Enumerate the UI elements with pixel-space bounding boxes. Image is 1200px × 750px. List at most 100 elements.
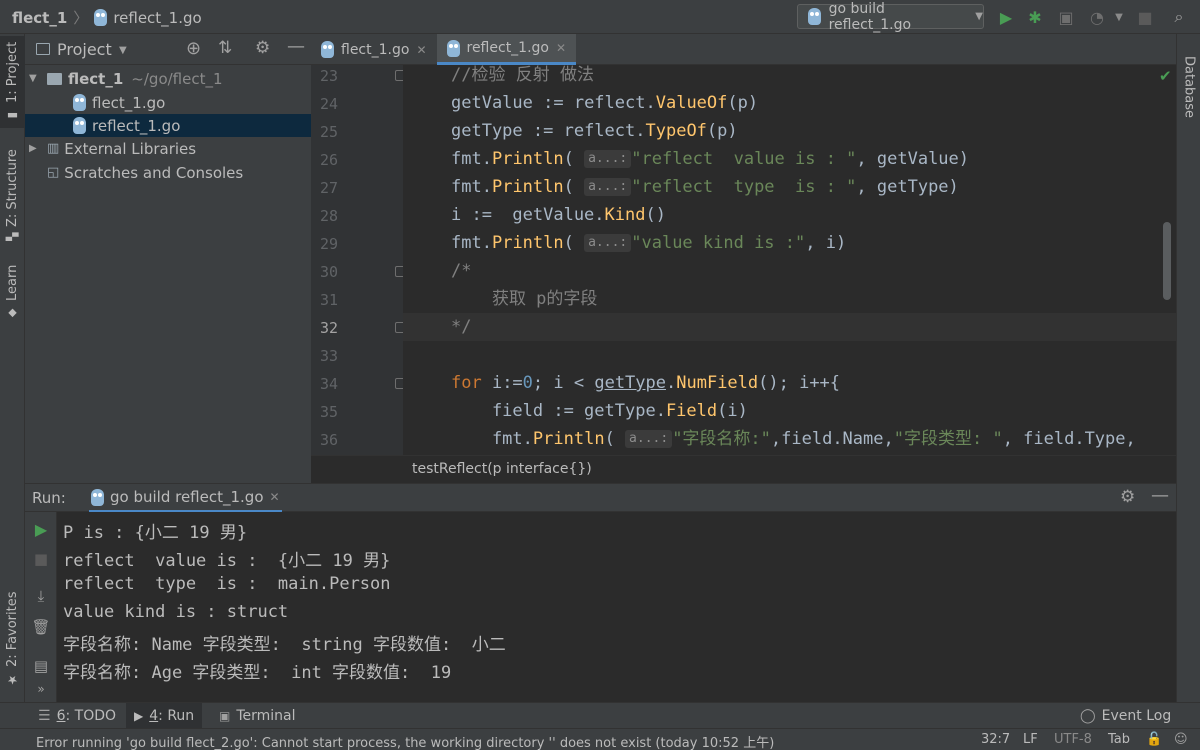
folder-icon xyxy=(47,72,62,85)
caret-position[interactable]: 32:7 xyxy=(981,732,1010,747)
scratches-label: Scratches and Consoles xyxy=(64,163,244,182)
locate-file-icon[interactable]: ⊕ xyxy=(186,38,201,59)
status-bar: Error running 'go build flect_2.go': Can… xyxy=(0,728,1200,750)
project-tree: ▼ flect_1 ~/go/flect_1 flect_1.go reflec… xyxy=(25,65,311,485)
editor-gutter[interactable]: 23 24 25 26 27 28 29 30 31 32 33 34 35 3… xyxy=(311,65,406,455)
code-line: field := getType.Field(i) xyxy=(451,401,748,421)
layout-icon[interactable]: ▤ xyxy=(25,657,57,675)
scratches-icon: ◱ xyxy=(47,165,60,180)
close-icon[interactable]: ✕ xyxy=(556,41,566,55)
parameter-hint: a...: xyxy=(584,178,632,196)
editor-scrollbar[interactable] xyxy=(1163,222,1171,300)
code-line: 获取 p的字段 xyxy=(451,289,598,309)
line-separator[interactable]: LF xyxy=(1023,732,1038,747)
close-icon[interactable]: ✕ xyxy=(416,43,426,57)
status-message[interactable]: Error running 'go build flect_2.go': Can… xyxy=(36,732,774,750)
parameter-hint: a...: xyxy=(584,234,632,252)
structure-tool-tab[interactable]: ▚ Z: Structure xyxy=(0,142,25,248)
terminal-tool-tab[interactable]: ▣ Terminal xyxy=(211,703,304,729)
structure-tool-label: Z: Structure xyxy=(5,148,20,227)
line-number: 28 xyxy=(319,207,338,225)
expand-arrow-icon[interactable]: ▼ xyxy=(25,73,47,84)
console-output[interactable]: P is : {小二 19 男} reflect value is : {小二 … xyxy=(57,512,1176,702)
lock-icon[interactable]: 🔓 xyxy=(1146,732,1162,747)
run-label: : Run xyxy=(158,708,195,724)
inspection-ok-icon[interactable]: ✔ xyxy=(1159,67,1172,85)
notifications-icon[interactable]: ☺ xyxy=(1174,732,1188,747)
project-view-title[interactable]: Project xyxy=(57,40,112,59)
list-icon: ☰ xyxy=(38,708,51,724)
more-icon[interactable]: » xyxy=(25,682,57,696)
hide-panel-icon[interactable]: — xyxy=(1151,485,1169,506)
tree-scratches[interactable]: ◱ Scratches and Consoles xyxy=(25,161,311,184)
tree-external-libraries[interactable]: ▶ ▥ External Libraries xyxy=(25,137,311,160)
editor-tab-flect-1[interactable]: flect_1.go ✕ xyxy=(311,34,437,65)
run-configuration-select[interactable]: go build reflect_1.go ▼ xyxy=(797,1,984,33)
favorites-tool-label: 2: Favorites xyxy=(5,591,20,667)
editor-tab-reflect-1[interactable]: reflect_1.go ✕ xyxy=(436,34,577,65)
line-number: 31 xyxy=(319,291,338,309)
file-encoding[interactable]: UTF-8 xyxy=(1054,732,1092,747)
go-file-icon xyxy=(808,8,821,25)
tree-root-folder[interactable]: ▼ flect_1 ~/go/flect_1 xyxy=(25,67,311,90)
line-number: 24 xyxy=(319,95,338,113)
coverage-icon[interactable]: ▣ xyxy=(1055,6,1077,28)
trash-icon[interactable]: 🗑 xyxy=(25,618,57,636)
breadcrumb-project[interactable]: flect_1 xyxy=(12,9,67,27)
search-icon[interactable]: ⌕ xyxy=(1168,6,1190,28)
code-editor[interactable]: //检验 反射 做法 getValue := reflect.ValueOf(p… xyxy=(403,65,1176,455)
right-tool-strip: Database xyxy=(1176,34,1200,702)
chevron-down-icon[interactable]: ▼ xyxy=(119,45,127,56)
close-icon[interactable]: ✕ xyxy=(270,490,280,504)
breadcrumb-file[interactable]: reflect_1.go xyxy=(113,9,201,27)
event-log-tool-tab[interactable]: ◯ Event Log xyxy=(1072,703,1179,729)
tree-file-reflect-1[interactable]: reflect_1.go xyxy=(25,114,311,137)
stop-icon[interactable]: ■ xyxy=(25,550,57,568)
navigation-breadcrumb: flect_1 〉 reflect_1.go xyxy=(12,7,202,28)
library-icon: ▥ xyxy=(47,141,60,156)
hide-panel-icon[interactable]: — xyxy=(287,36,305,57)
more-run-options-icon[interactable]: ▼ xyxy=(1108,6,1130,28)
console-line: reflect type is : main.Person xyxy=(63,574,391,594)
gear-icon[interactable]: ⚙ xyxy=(1120,487,1135,507)
line-number: 23 xyxy=(319,67,338,85)
run-panel-label: Run: xyxy=(32,489,66,507)
run-panel-header: Run: go build reflect_1.go ✕ ⚙ — xyxy=(25,483,1176,512)
tool-window-bar: ☰ 6: TODO ▶ 4: Run ▣ Terminal ◯ Event Lo… xyxy=(0,702,1200,729)
project-tool-tab[interactable]: ▬ 1: Project xyxy=(0,36,25,128)
run-icon[interactable]: ▶ xyxy=(995,6,1017,28)
gear-icon[interactable]: ⚙ xyxy=(255,38,270,58)
tab-label: reflect_1.go xyxy=(466,40,550,56)
function-breadcrumb[interactable]: testReflect(p interface{}) xyxy=(412,461,592,477)
run-tool-tab[interactable]: ▶ 4: Run xyxy=(126,703,203,729)
line-number: 30 xyxy=(319,263,338,281)
root-folder-path: ~/go/flect_1 xyxy=(131,69,223,88)
learn-icon: ◆ xyxy=(6,306,19,320)
code-line: fmt.Println( a...: "value kind is :", i) xyxy=(451,233,847,253)
todo-tool-tab[interactable]: ☰ 6: TODO xyxy=(30,703,124,729)
code-breadcrumb-bar: testReflect(p interface{}) xyxy=(311,455,1176,483)
event-log-label: Event Log xyxy=(1101,708,1172,724)
collapse-all-icon[interactable]: ⇅ xyxy=(218,38,232,58)
debug-icon[interactable]: ✱ xyxy=(1024,6,1046,28)
rerun-icon[interactable]: ▶ xyxy=(25,520,57,539)
scroll-to-end-icon[interactable]: ⤓ xyxy=(25,587,57,605)
learn-tool-tab[interactable]: ◆ Learn xyxy=(0,262,25,322)
project-view-icon xyxy=(36,43,50,55)
favorites-tool-tab[interactable]: ★ 2: Favorites xyxy=(0,586,25,692)
indent-setting[interactable]: Tab xyxy=(1108,732,1130,747)
expand-arrow-icon[interactable]: ▶ xyxy=(25,143,47,154)
event-log-icon: ◯ xyxy=(1080,708,1096,724)
database-tool-tab[interactable]: Database xyxy=(1177,56,1200,152)
run-tab[interactable]: go build reflect_1.go ✕ xyxy=(89,484,282,512)
profile-icon[interactable]: ◔ xyxy=(1086,6,1108,28)
console-line: value kind is : struct xyxy=(63,602,289,622)
line-number: 35 xyxy=(319,403,338,421)
tree-file-flect-1[interactable]: flect_1.go xyxy=(25,91,311,114)
chevron-right-icon: 〉 xyxy=(73,9,89,27)
go-file-icon xyxy=(91,488,104,506)
stop-icon[interactable]: ■ xyxy=(1134,6,1156,28)
title-bar: flect_1 〉 reflect_1.go go build reflect_… xyxy=(0,0,1200,34)
file-name: reflect_1.go xyxy=(92,116,181,135)
